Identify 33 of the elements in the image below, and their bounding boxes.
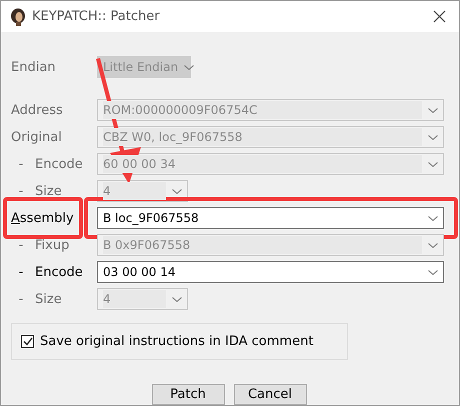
checkbox[interactable] [21, 335, 34, 348]
field-label: Encode [35, 156, 83, 172]
field-label: Endian [11, 60, 56, 74]
close-icon[interactable] [433, 10, 446, 23]
dash: - [18, 292, 24, 306]
window-title: KEYPATCH:: Patcher [32, 9, 161, 24]
check-icon [22, 337, 32, 346]
patch-button[interactable]: Patch [152, 384, 224, 405]
dropdown[interactable]: 03 00 00 14 [97, 261, 444, 283]
checkbox-label[interactable]: Save original instructions in IDA comment [40, 334, 314, 349]
chevron-down-icon [428, 242, 438, 248]
dash: - [18, 238, 24, 252]
chevron-down-icon [172, 188, 182, 194]
field-label: Fixup [35, 238, 70, 252]
dash: - [18, 156, 24, 172]
field-label: Original [11, 130, 62, 144]
dash: - [18, 264, 24, 280]
field-label: Assembly [11, 210, 74, 226]
chevron-down-icon [184, 64, 194, 70]
field-label: Size [35, 292, 62, 306]
cancel-button[interactable]: Cancel [234, 384, 306, 405]
chevron-down-icon [428, 270, 438, 274]
chevron-down-icon [172, 296, 182, 302]
chevron-down-icon [428, 108, 438, 112]
chevron-down-icon [428, 216, 438, 220]
app-icon [10, 8, 26, 26]
field-label: Encode [35, 264, 83, 280]
field-label: Size [35, 184, 62, 198]
chevron-down-icon [428, 162, 438, 166]
chevron-down-icon [428, 134, 438, 140]
field-label: Address [11, 102, 63, 118]
dash: - [18, 184, 24, 198]
dropdown[interactable]: B loc_9F067558 [97, 207, 444, 229]
